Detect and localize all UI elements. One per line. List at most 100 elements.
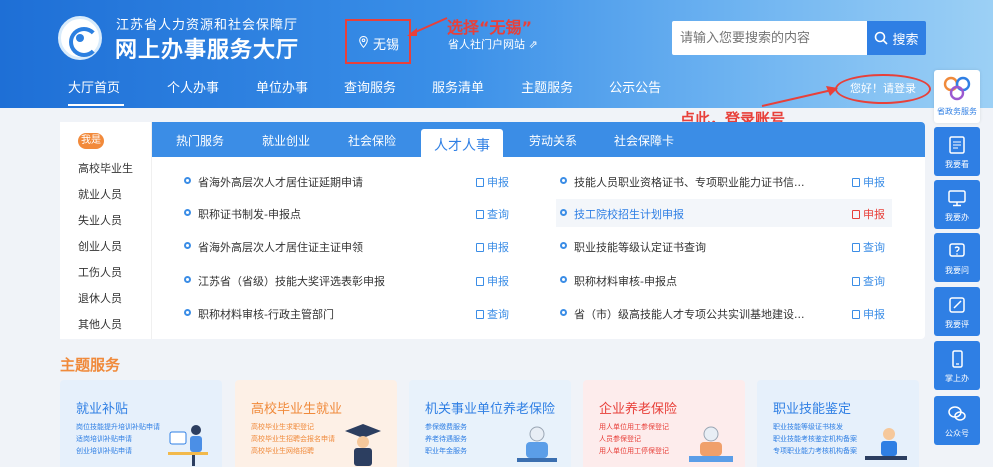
annotation-select-city: 选择“无锡”	[447, 18, 533, 37]
nav-theme[interactable]: 主题服务	[521, 78, 573, 108]
theme-card-line[interactable]: 用人单位用工停保登记	[599, 446, 669, 456]
service-action[interactable]: 查询	[476, 306, 509, 322]
float-label: 掌上办	[945, 374, 969, 383]
theme-card-line[interactable]: 职业技能等级证书核发	[773, 422, 843, 432]
role-item[interactable]: 就业人员	[78, 186, 122, 202]
bullet-icon	[184, 309, 191, 316]
float-gov-service[interactable]: 省政务服务	[934, 70, 980, 123]
service-name: 职称材料审核-申报点	[574, 275, 677, 288]
role-item[interactable]: 创业人员	[78, 238, 122, 254]
role-item[interactable]: 其他人员	[78, 316, 122, 332]
theme-card-line[interactable]: 高校毕业生求职登记	[251, 422, 314, 432]
service-item[interactable]: 职称材料审核-行政主管部门 查询	[180, 299, 520, 327]
role-item[interactable]: 高校毕业生	[78, 160, 133, 176]
site-logo[interactable]	[58, 16, 102, 60]
service-action[interactable]: 申报	[852, 174, 885, 190]
theme-card-line[interactable]: 职业技能考核鉴定机构备案	[773, 434, 857, 444]
service-item[interactable]: 江苏省（省级）技能大奖评选表彰申报 申报	[180, 266, 520, 294]
role-item[interactable]: 失业人员	[78, 212, 122, 228]
float-review[interactable]: 我要评	[934, 287, 980, 336]
tab-employment[interactable]: 就业创业	[262, 132, 310, 149]
service-item[interactable]: 省海外高层次人才居住证延期申请 申报	[180, 167, 520, 195]
wechat-icon	[948, 406, 966, 421]
nav-announcement[interactable]: 公示公告	[609, 78, 661, 108]
search-button[interactable]: 搜索	[867, 21, 926, 55]
theme-card-line[interactable]: 创业培训补贴申请	[76, 446, 132, 456]
form-icon	[476, 178, 484, 187]
bullet-icon	[560, 209, 567, 216]
tab-labor[interactable]: 劳动关系	[529, 132, 577, 149]
theme-card-line[interactable]: 高校毕业生招聘会报名申请	[251, 434, 335, 444]
theme-card-line[interactable]: 参保缴费服务	[425, 422, 467, 432]
float-handle[interactable]: 我要办	[934, 180, 980, 229]
service-action[interactable]: 申报	[852, 206, 885, 222]
service-action-label: 申报	[487, 176, 509, 189]
search-button-label: 搜索	[892, 32, 919, 48]
float-label: 我要评	[945, 320, 969, 329]
service-item[interactable]: 职称证书制发-申报点 查询	[180, 199, 520, 227]
nav-service-list[interactable]: 服务清单	[432, 78, 484, 108]
service-action-label: 查询	[487, 308, 509, 321]
service-action[interactable]: 申报	[476, 273, 509, 289]
nav-unit[interactable]: 单位办事	[256, 78, 308, 108]
theme-card[interactable]: 机关事业单位养老保险 参保缴费服务 养老待遇服务 职业年金服务	[409, 380, 571, 467]
pension-illustration-icon	[689, 426, 733, 462]
main-nav: 大厅首页 个人办事 单位办事 查询服务 服务清单 主题服务 公示公告	[55, 78, 661, 108]
nav-personal[interactable]: 个人办事	[167, 78, 219, 108]
service-action-label: 查询	[487, 208, 509, 221]
service-item[interactable]: 技工院校招生计划申报 申报	[556, 199, 892, 227]
tab-hot[interactable]: 热门服务	[176, 132, 224, 149]
theme-card-title: 机关事业单位养老保险	[425, 402, 556, 417]
form-icon	[476, 277, 484, 286]
float-ask[interactable]: 我要问	[934, 233, 980, 282]
role-item[interactable]: 退休人员	[78, 290, 122, 306]
service-action[interactable]: 申报	[852, 306, 885, 322]
float-mobile[interactable]: 掌上办	[934, 341, 980, 390]
tab-insurance[interactable]: 社会保险	[348, 132, 396, 149]
theme-card-line[interactable]: 高校毕业生网络招聘	[251, 446, 314, 456]
nav-home[interactable]: 大厅首页	[68, 78, 124, 108]
theme-card[interactable]: 就业补贴 岗位技能提升培训补贴申请 适岗培训补贴申请 创业培训补贴申请	[60, 380, 222, 467]
theme-card-line[interactable]: 职业年金服务	[425, 446, 467, 456]
theme-card-title: 企业养老保险	[599, 402, 678, 417]
search-input[interactable]	[672, 21, 867, 55]
theme-card[interactable]: 职业技能鉴定 职业技能等级证书核发 职业技能考核鉴定机构备案 专项职业能力考核机…	[757, 380, 919, 467]
service-item[interactable]: 技能人员职业资格证书、专项职业能力证书信... 申报	[556, 167, 892, 195]
theme-card-line[interactable]: 岗位技能提升培训补贴申请	[76, 422, 160, 432]
role-badge: 我是	[78, 133, 104, 149]
tab-social-card[interactable]: 社会保障卡	[614, 132, 674, 149]
service-action[interactable]: 申报	[476, 239, 509, 255]
role-item[interactable]: 工伤人员	[78, 264, 122, 280]
theme-card[interactable]: 企业养老保险 用人单位用工参保登记 人员参保登记 用人单位用工停保登记	[583, 380, 745, 467]
form-icon	[476, 310, 484, 319]
service-action[interactable]: 查询	[476, 206, 509, 222]
float-view[interactable]: 我要看	[934, 127, 980, 176]
service-action-label: 查询	[863, 241, 885, 254]
service-item[interactable]: 职业技能等级认定证书查询 查询	[556, 232, 892, 260]
theme-card-line[interactable]: 养老待遇服务	[425, 434, 467, 444]
float-wechat[interactable]: 公众号	[934, 396, 980, 445]
theme-card-title: 高校毕业生就业	[251, 402, 343, 417]
theme-card-line[interactable]: 人员参保登记	[599, 434, 641, 444]
service-action[interactable]: 查询	[852, 239, 885, 255]
city-selector[interactable]: 无锡	[345, 19, 411, 64]
site-title[interactable]: 网上办事服务大厅	[115, 32, 299, 64]
theme-card[interactable]: 高校毕业生就业 高校毕业生求职登记 高校毕业生招聘会报名申请 高校毕业生网络招聘	[235, 380, 397, 467]
form-icon	[852, 210, 860, 219]
service-action[interactable]: 查询	[852, 273, 885, 289]
graduate-illustration-icon	[345, 424, 381, 466]
theme-card-line[interactable]: 用人单位用工参保登记	[599, 422, 669, 432]
book-icon	[949, 136, 965, 154]
service-action[interactable]: 申报	[476, 174, 509, 190]
login-button[interactable]: 您好！请登录	[835, 74, 931, 104]
float-label: 我要办	[945, 213, 969, 222]
nav-query[interactable]: 查询服务	[344, 78, 396, 108]
service-item[interactable]: 省海外高层次人才居住证主证申领 申报	[180, 232, 520, 260]
search-icon	[875, 31, 889, 45]
theme-card-line[interactable]: 专项职业能力考核机构备案	[773, 446, 857, 456]
theme-card-line[interactable]: 适岗培训补贴申请	[76, 434, 132, 444]
role-sidebar	[60, 122, 152, 339]
portal-link[interactable]: 省人社门户网站 ⇗	[448, 36, 538, 52]
service-item[interactable]: 职称材料审核-申报点 查询	[556, 266, 892, 294]
service-item[interactable]: 省（市）级高技能人才专项公共实训基地建设... 申报	[556, 299, 892, 327]
